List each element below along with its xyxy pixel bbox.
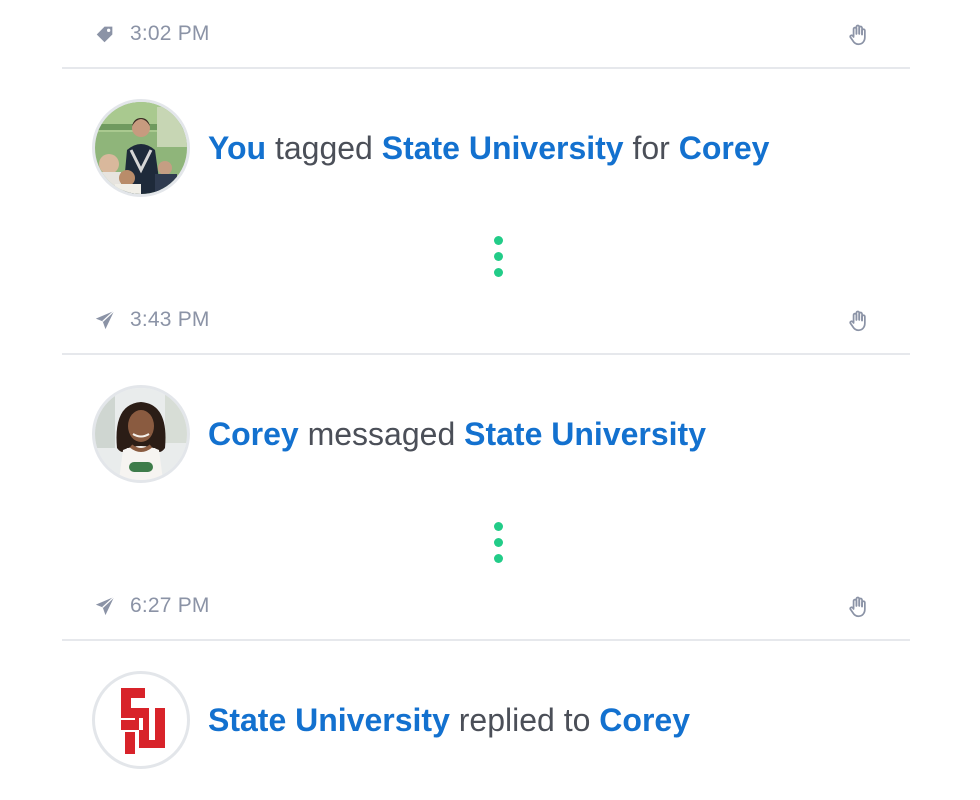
- actor-link[interactable]: Corey: [208, 416, 299, 452]
- action-verb: messaged: [307, 415, 456, 452]
- event-meta: 6:27 PM: [92, 586, 210, 626]
- event-text: State University replied to Corey: [208, 702, 690, 739]
- action-verb: replied to: [458, 701, 591, 738]
- tag-icon: [92, 21, 118, 47]
- send-icon: [92, 307, 118, 333]
- wave-hand-icon[interactable]: [846, 594, 872, 620]
- activity-feed: 3:02 PM You tagged State University for …: [0, 0, 980, 800]
- user-you-avatar[interactable]: [92, 99, 190, 197]
- event-time: 6:27 PM: [130, 594, 210, 617]
- connector-dot: [494, 554, 503, 563]
- event-text: You tagged State University for Corey: [208, 130, 769, 167]
- event-meta-row: 6:27 PM: [62, 586, 910, 626]
- event-time: 3:43 PM: [130, 308, 210, 331]
- school-link[interactable]: State University: [208, 702, 450, 738]
- event-text: Corey messaged State University: [208, 416, 706, 453]
- event-meta-row: 3:02 PM: [62, 14, 910, 54]
- connector-dot: [494, 252, 503, 261]
- event-meta: 3:43 PM: [92, 300, 210, 340]
- event-meta: 3:02 PM: [92, 14, 210, 54]
- user-link[interactable]: Corey: [599, 702, 690, 738]
- divider: [62, 353, 910, 355]
- connector-dot: [494, 268, 503, 277]
- event-row: Corey messaged State University: [92, 385, 706, 483]
- event-time: 3:02 PM: [130, 22, 210, 45]
- action-preposition: for: [632, 129, 670, 166]
- timeline-connector: [494, 522, 504, 566]
- user-link[interactable]: Corey: [679, 130, 770, 166]
- event-row: You tagged State University for Corey: [92, 99, 769, 197]
- wave-hand-icon[interactable]: [846, 22, 872, 48]
- user-corey-avatar[interactable]: [92, 385, 190, 483]
- state-university-logo[interactable]: [92, 671, 190, 769]
- send-icon: [92, 593, 118, 619]
- action-verb: tagged: [274, 129, 373, 166]
- connector-dot: [494, 538, 503, 547]
- connector-dot: [494, 236, 503, 245]
- actor-link[interactable]: You: [208, 130, 266, 166]
- school-link[interactable]: State University: [382, 130, 624, 166]
- school-link[interactable]: State University: [464, 416, 706, 452]
- event-meta-row: 3:43 PM: [62, 300, 910, 340]
- divider: [62, 67, 910, 69]
- timeline-connector: [494, 236, 504, 280]
- event-row: State University replied to Corey: [92, 671, 690, 769]
- connector-dot: [494, 522, 503, 531]
- wave-hand-icon[interactable]: [846, 308, 872, 334]
- divider: [62, 639, 910, 641]
